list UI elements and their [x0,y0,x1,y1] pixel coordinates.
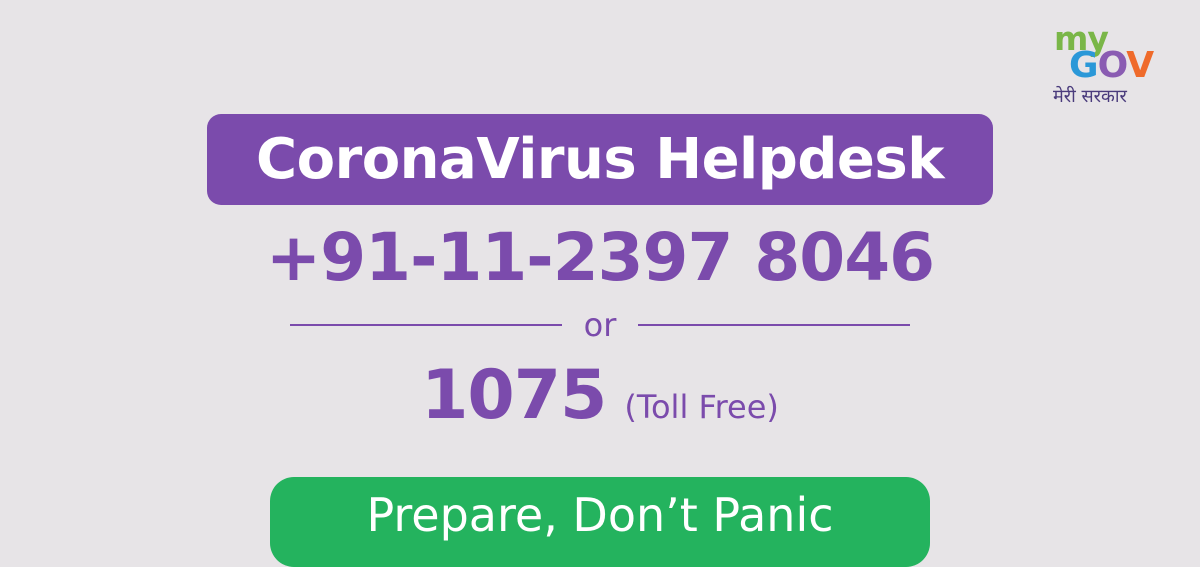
page-title: CoronaVirus Helpdesk [256,127,944,192]
helpline-phone-number: +91-11-2397 8046 [265,219,935,296]
or-separator-text: or [583,306,617,344]
divider-line-left [290,324,562,326]
slogan-banner: Prepare, Don’t Panic [270,477,930,567]
logo-gov-g: G [1069,45,1099,86]
toll-free-number: 1075 [421,356,607,435]
logo-gov-text: GOV [1069,45,1154,86]
logo-gov-o: O [1097,45,1128,86]
slogan-text: Prepare, Don’t Panic [366,488,834,542]
toll-free-row: 1075 (Toll Free) [0,356,1200,436]
mygov-logo: my GOV मेरी सरकार [1040,22,1180,122]
divider-line-right [638,324,911,326]
title-banner: CoronaVirus Helpdesk [207,114,993,205]
toll-free-note: (Toll Free) [624,388,779,426]
or-divider: or [290,300,911,350]
logo-tagline: मेरी सरकार [1053,86,1127,107]
logo-gov-v: V [1126,45,1154,86]
